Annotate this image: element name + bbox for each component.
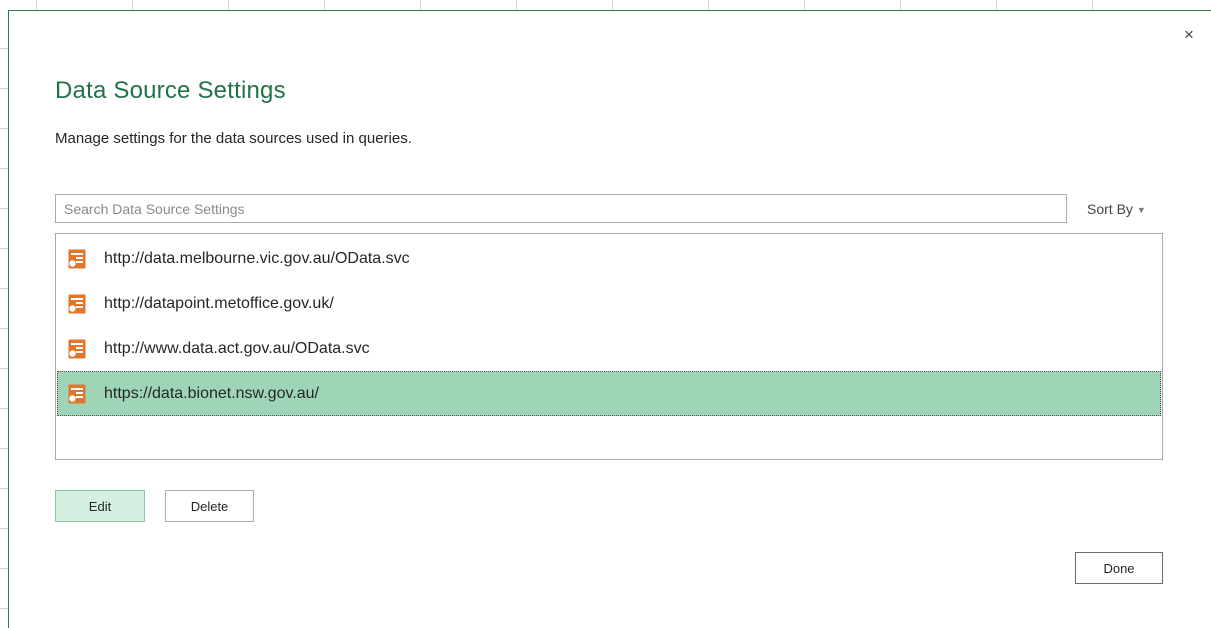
edit-button[interactable]: Edit: [55, 490, 145, 522]
search-input[interactable]: [55, 194, 1067, 223]
data-source-icon: [68, 384, 86, 403]
done-button[interactable]: Done: [1075, 552, 1163, 584]
sort-by-dropdown[interactable]: Sort By ▼: [1087, 199, 1146, 219]
delete-button[interactable]: Delete: [165, 490, 254, 522]
list-item[interactable]: http://data.melbourne.vic.gov.au/OData.s…: [57, 236, 1161, 281]
list-item[interactable]: http://www.data.act.gov.au/OData.svc: [57, 326, 1161, 371]
data-source-icon: [68, 294, 86, 313]
data-source-list[interactable]: http://data.melbourne.vic.gov.au/OData.s…: [55, 233, 1163, 460]
close-icon[interactable]: ×: [1179, 25, 1199, 45]
list-item[interactable]: http://datapoint.metoffice.gov.uk/: [57, 281, 1161, 326]
source-url: http://data.melbourne.vic.gov.au/OData.s…: [104, 249, 410, 267]
chevron-down-icon: ▼: [1136, 204, 1146, 215]
source-url: https://data.bionet.nsw.gov.au/: [104, 384, 319, 402]
sort-by-label: Sort By: [1087, 201, 1133, 217]
column-gridlines: [0, 0, 1211, 10]
data-source-icon: [68, 339, 86, 358]
source-url: http://datapoint.metoffice.gov.uk/: [104, 294, 334, 312]
data-source-settings-dialog: × Data Source Settings Manage settings f…: [8, 10, 1211, 628]
data-source-icon: [68, 249, 86, 268]
source-url: http://www.data.act.gov.au/OData.svc: [104, 339, 370, 357]
dialog-title: Data Source Settings: [55, 77, 286, 104]
dialog-subtitle: Manage settings for the data sources use…: [55, 130, 412, 147]
row-gridlines: [0, 0, 8, 628]
list-item-selected[interactable]: https://data.bionet.nsw.gov.au/: [57, 371, 1161, 416]
